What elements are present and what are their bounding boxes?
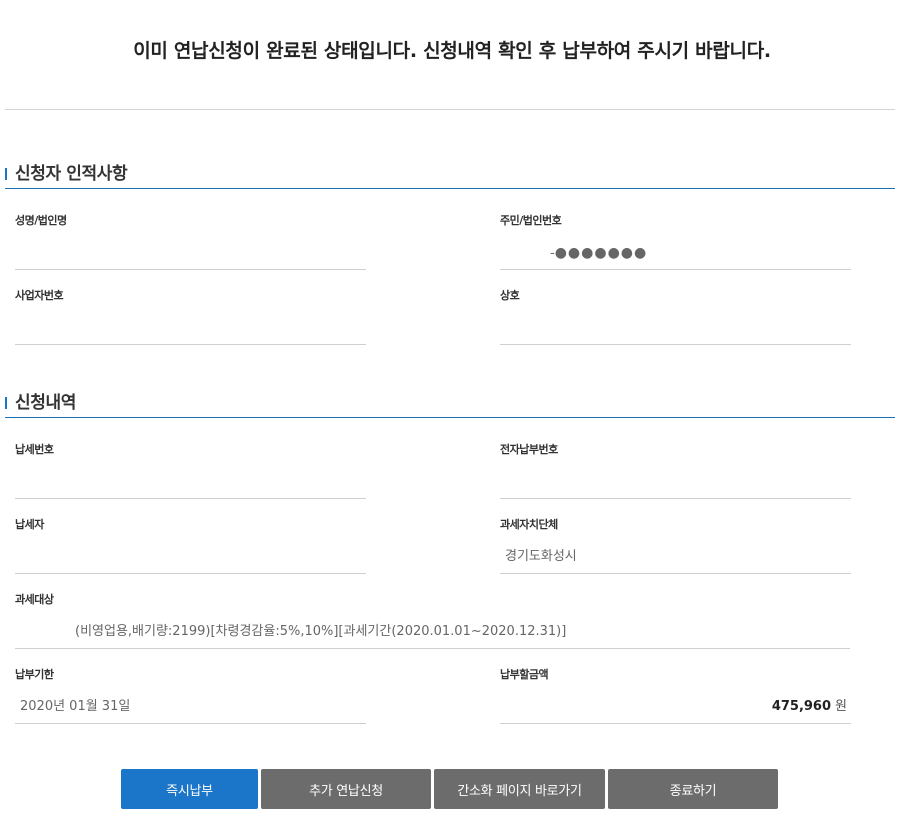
due-date-label: 납부기한: [15, 668, 54, 681]
id-number-field: 주민/법인번호 -●●●●●●●: [500, 213, 851, 270]
section-marker: [5, 397, 7, 409]
id-mask: ●●●●●●●: [554, 245, 648, 261]
completion-notice: 이미 연납신청이 완료된 상태입니다. 신청내역 확인 후 납부하여 주시기 바…: [133, 40, 771, 62]
local-government-label: 과세자치단체: [500, 518, 558, 531]
amount-number: 475,960: [771, 699, 832, 714]
company-name-value: [500, 316, 851, 345]
name-field: 성명/법인명: [15, 213, 366, 270]
business-number-label: 사업자번호: [15, 289, 64, 302]
amount-value: 475,960 원: [500, 695, 851, 724]
simple-page-button[interactable]: 간소화 페이지 바로가기: [434, 769, 605, 809]
tax-target-value: (비영업용,배기량:2199)[차령경감율:5%,10%][과세기간(2020.…: [15, 620, 850, 649]
tax-target-field: 과세대상 (비영업용,배기량:2199)[차령경감율:5%,10%][과세기간(…: [15, 592, 850, 649]
epay-number-value: [500, 470, 851, 499]
company-name-field: 상호: [500, 288, 851, 345]
amount-unit: 원: [835, 699, 847, 714]
tax-target-label: 과세대상: [15, 593, 54, 606]
amount-field: 납부할금액 475,960 원: [500, 667, 851, 724]
section-title-text: 신청자 인적사항: [15, 164, 128, 184]
section-marker: [5, 168, 7, 180]
business-number-value: [15, 316, 366, 345]
section-title-text: 신청내역: [15, 393, 76, 413]
tax-number-value: [15, 470, 366, 499]
company-name-label: 상호: [500, 289, 520, 302]
taxpayer-value: [15, 545, 366, 574]
name-value: [15, 241, 366, 270]
tax-number-label: 납세번호: [15, 443, 54, 456]
local-government-value: 경기도화성시: [500, 545, 851, 574]
due-date-field: 납부기한 2020년 01월 31일: [15, 667, 366, 724]
id-number-value: -●●●●●●●: [500, 241, 851, 270]
name-label: 성명/법인명: [15, 214, 67, 227]
pay-now-button[interactable]: 즉시납부: [121, 769, 258, 809]
epay-number-label: 전자납부번호: [500, 443, 558, 456]
taxpayer-field: 납세자: [15, 517, 366, 574]
local-government-field: 과세자치단체 경기도화성시: [500, 517, 851, 574]
business-number-field: 사업자번호: [15, 288, 366, 345]
section-applicant-title: 신청자 인적사항: [5, 159, 895, 189]
exit-button[interactable]: 종료하기: [608, 769, 778, 809]
id-number-label: 주민/법인번호: [500, 214, 562, 227]
section-details-title: 신청내역: [5, 388, 895, 418]
amount-label: 납부할금액: [500, 668, 549, 681]
top-divider: [5, 109, 895, 110]
add-annual-payment-button[interactable]: 추가 연납신청: [261, 769, 431, 809]
taxpayer-label: 납세자: [15, 518, 44, 531]
due-date-value: 2020년 01월 31일: [15, 695, 366, 724]
tax-number-field: 납세번호: [15, 442, 366, 499]
epay-number-field: 전자납부번호: [500, 442, 851, 499]
